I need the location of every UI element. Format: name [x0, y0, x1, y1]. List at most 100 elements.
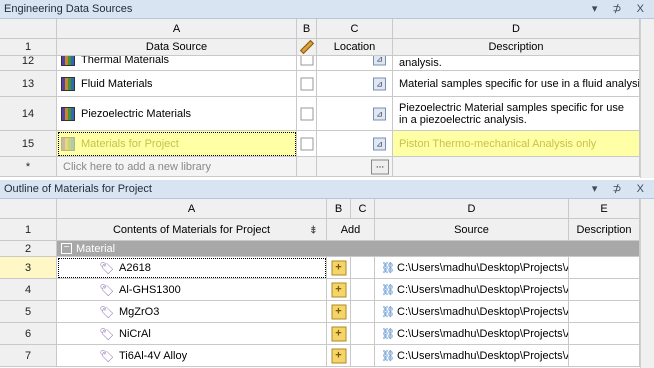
empty-cell — [351, 257, 375, 279]
column-d-header[interactable]: D — [375, 199, 569, 219]
panel-title: Engineering Data Sources — [4, 3, 133, 15]
material-name-cell[interactable]: 🏷 NiCrAl — [57, 323, 327, 345]
edit-checkbox[interactable] — [300, 107, 313, 120]
location-icon[interactable]: ⊿ — [373, 107, 386, 120]
table-row[interactable]: 4 🏷 Al-GHS1300 + ⛓ C:\Users\madhu\Desktop\… — [0, 279, 654, 301]
engineering-data-sources-title-bar: Engineering Data Sources ▾ ⊅ X — [0, 0, 654, 19]
material-group-row[interactable]: 2 − Material — [0, 241, 654, 257]
link-icon: ⛓ — [381, 262, 395, 274]
link-icon: ⛓ — [381, 350, 395, 362]
edit-checkbox[interactable] — [300, 77, 313, 90]
add-material-button[interactable]: + — [331, 326, 346, 341]
material-name-cell[interactable]: 🏷 Ti6Al-4V Alloy — [57, 345, 327, 367]
row-number: 7 — [0, 345, 57, 367]
link-icon: ⛓ — [381, 328, 395, 340]
row-number: 6 — [0, 323, 57, 345]
add-material-button[interactable]: + — [331, 304, 346, 319]
column-e-header[interactable]: E — [569, 199, 640, 219]
row-number: 1 — [0, 219, 57, 241]
row-number: 4 — [0, 279, 57, 301]
edit-checkbox-cell[interactable] — [297, 71, 317, 97]
table-row-selected[interactable]: 15 Materials for Project ⊿ Piston Thermo… — [0, 131, 654, 157]
location-cell[interactable]: ⊿ — [317, 131, 393, 157]
data-source-cell[interactable]: Fluid Materials — [57, 71, 297, 97]
empty-cell — [351, 279, 375, 301]
table-row[interactable]: 13 Fluid Materials ⊿ Material samples sp… — [0, 71, 654, 97]
add-cell[interactable]: + — [327, 301, 351, 323]
source-header: Source — [375, 219, 569, 241]
empty-cell — [297, 157, 317, 177]
row-number: 12 — [0, 56, 57, 71]
location-browse-cell[interactable]: ... — [317, 157, 393, 177]
top-vertical-scrollbar[interactable] — [640, 19, 654, 178]
material-group-cell[interactable]: − Material — [57, 241, 640, 257]
location-cell[interactable]: ⊿ — [317, 71, 393, 97]
location-cell[interactable]: ⊿ — [317, 56, 393, 71]
location-icon[interactable]: ⊿ — [373, 137, 386, 150]
add-cell[interactable]: + — [327, 257, 351, 279]
panel-title: Outline of Materials for Project — [4, 183, 152, 195]
column-b-header[interactable]: B — [297, 19, 317, 39]
edit-checkbox[interactable] — [300, 56, 313, 66]
empty-cell — [351, 301, 375, 323]
table-row[interactable]: 7 🏷 Ti6Al-4V Alloy + ⛓ C:\Users\madhu\Desk… — [0, 345, 654, 367]
corner-cell — [0, 199, 57, 219]
add-material-button[interactable]: + — [331, 260, 346, 275]
description-cell — [569, 301, 640, 323]
browse-button[interactable]: ... — [371, 159, 389, 174]
material-name-cell[interactable]: 🏷 Al-GHS1300 — [57, 279, 327, 301]
add-material-button[interactable]: + — [331, 348, 346, 363]
material-name-cell[interactable]: 🏷 A2618 — [57, 257, 327, 279]
column-letter-row: A B C D — [0, 19, 654, 39]
link-icon: ⛓ — [381, 284, 395, 296]
edit-checkbox-cell[interactable] — [297, 131, 317, 157]
table-row[interactable]: 12 Thermal Materials ⊿ analysis. — [0, 56, 654, 71]
empty-cell — [351, 323, 375, 345]
table-row[interactable]: 6 🏷 NiCrAl + ⛓ C:\Users\madhu\Desktop\Proj… — [0, 323, 654, 345]
link-icon: ⛓ — [381, 306, 395, 318]
row-number: 13 — [0, 71, 57, 97]
group-label: Material — [76, 242, 116, 255]
collapse-icon[interactable]: − — [61, 243, 72, 255]
column-c-header[interactable]: C — [351, 199, 375, 219]
location-cell[interactable]: ⊿ — [317, 97, 393, 131]
panel-controls[interactable]: ▾ ⊅ X — [592, 182, 650, 195]
location-icon[interactable]: ⊿ — [373, 56, 386, 66]
add-cell[interactable]: + — [327, 323, 351, 345]
column-a-header[interactable]: A — [57, 19, 297, 39]
add-library-cell[interactable]: Click here to add a new library — [57, 157, 297, 177]
location-icon[interactable]: ⊿ — [373, 77, 386, 90]
edit-checkbox-cell[interactable] — [297, 97, 317, 131]
panel-controls[interactable]: ▾ ⊅ X — [592, 2, 650, 15]
edit-checkbox[interactable] — [300, 137, 313, 150]
column-a-header[interactable]: A — [57, 199, 327, 219]
column-d-header[interactable]: D — [393, 19, 640, 39]
edit-checkbox-cell[interactable] — [297, 56, 317, 71]
material-tag-icon: 🏷 — [99, 304, 115, 319]
data-source-cell[interactable]: Materials for Project — [57, 131, 297, 157]
table-row[interactable]: 14 Piezoelectric Materials ⊿ Piezoelectr… — [0, 97, 654, 131]
column-c-header[interactable]: C — [317, 19, 393, 39]
table-row[interactable]: 5 🏷 MgZrO3 + ⛓ C:\Users\madhu\Desktop\Proj… — [0, 301, 654, 323]
data-source-cell[interactable]: Thermal Materials — [57, 56, 297, 71]
location-header: Location — [317, 39, 393, 56]
material-name-cell[interactable]: 🏷 MgZrO3 — [57, 301, 327, 323]
add-cell[interactable]: + — [327, 279, 351, 301]
description-header: Description — [393, 39, 640, 56]
add-material-button[interactable]: + — [331, 282, 346, 297]
row-number: 5 — [0, 301, 57, 323]
material-tag-icon: 🏷 — [99, 348, 115, 363]
table-row[interactable]: 3 🏷 A2618 + ⛓ C:\Users\madhu\Desktop\Proje… — [0, 257, 654, 279]
row-number: 3 — [0, 257, 57, 279]
sort-icon[interactable]: ⇟ — [309, 223, 318, 236]
outline-title-bar: Outline of Materials for Project ▾ ⊅ X — [0, 180, 654, 199]
add-cell[interactable]: + — [327, 345, 351, 367]
source-cell: ⛓ C:\Users\madhu\Desktop\Projects\AN — [375, 301, 569, 323]
row-number: * — [0, 157, 57, 177]
data-source-cell[interactable]: Piezoelectric Materials — [57, 97, 297, 131]
description-cell — [569, 323, 640, 345]
header-row: 1 Data Source Location Description — [0, 39, 654, 56]
column-b-header[interactable]: B — [327, 199, 351, 219]
add-library-row[interactable]: * Click here to add a new library ... — [0, 157, 654, 177]
bottom-vertical-scrollbar[interactable] — [640, 199, 654, 368]
